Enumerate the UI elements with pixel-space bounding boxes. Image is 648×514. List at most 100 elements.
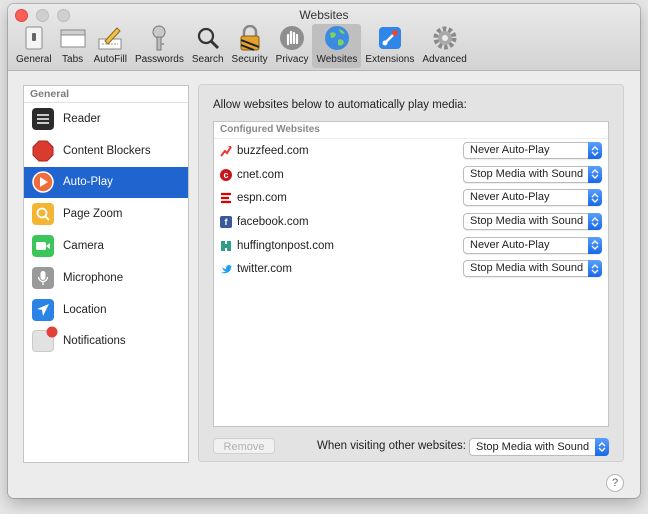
tab-passwords[interactable]: Passwords <box>131 24 188 68</box>
tab-general-label: General <box>16 54 52 65</box>
site-autoplay-popup[interactable]: Never Auto-Play <box>463 189 602 207</box>
site-name: espn.com <box>237 192 287 205</box>
facebook-favicon: f <box>220 215 232 228</box>
microphone-icon <box>32 266 54 289</box>
tab-advanced[interactable]: Advanced <box>418 24 470 68</box>
tab-tabs-label: Tabs <box>62 54 84 65</box>
play-icon <box>32 171 54 194</box>
sidebar-item-camera[interactable]: Camera <box>24 230 188 262</box>
popup-value: Stop Media with Sound <box>476 441 590 453</box>
chevron-updown-icon <box>588 142 602 159</box>
help-button[interactable]: ? <box>606 474 624 492</box>
list-item[interactable]: twitter.com Stop Media with Sound <box>214 257 608 281</box>
site-name: buzzfeed.com <box>237 144 309 157</box>
tab-general[interactable]: General <box>12 24 56 68</box>
sidebar-item-microphone[interactable]: Microphone <box>24 262 188 294</box>
chevron-updown-icon <box>588 236 602 254</box>
window-title: Websites <box>299 8 349 22</box>
site-autoplay-popup[interactable]: Never Auto-Play <box>463 142 602 159</box>
sidebar-item-label: Auto-Play <box>63 176 113 189</box>
toolbar: Websites General Tabs AutoFill Passwords… <box>8 4 640 71</box>
espn-favicon <box>220 192 232 204</box>
sidebar-item-label: Page Zoom <box>63 208 123 221</box>
tab-passwords-label: Passwords <box>134 54 184 65</box>
list-item[interactable]: espn.com Never Auto-Play <box>214 186 608 210</box>
sidebar-item-location[interactable]: Location <box>24 294 188 326</box>
sidebar-item-label: Location <box>63 303 107 316</box>
reader-icon <box>32 107 54 130</box>
tab-autofill-label: AutoFill <box>93 54 127 65</box>
list-item[interactable]: huffingtonpost.com Never Auto-Play <box>214 234 608 258</box>
sidebar-item-page-zoom[interactable]: Page Zoom <box>24 198 188 230</box>
tab-tabs[interactable]: Tabs <box>56 24 90 68</box>
tabs-icon <box>60 25 86 51</box>
tab-privacy-label: Privacy <box>275 54 309 65</box>
site-name: twitter.com <box>237 263 292 276</box>
list-header: Configured Websites <box>214 122 608 139</box>
huffingtonpost-favicon <box>220 240 232 252</box>
tab-privacy[interactable]: Privacy <box>272 24 313 68</box>
remove-button[interactable]: Remove <box>213 438 275 454</box>
popup-value: Stop Media with Sound <box>470 215 584 228</box>
site-name: cnet.com <box>237 168 284 181</box>
sidebar-item-notifications[interactable]: Notifications <box>24 326 188 358</box>
list-item[interactable]: f facebook.com Stop Media with Sound <box>214 210 608 234</box>
popup-value: Stop Media with Sound <box>470 167 584 180</box>
tab-advanced-label: Advanced <box>422 54 467 65</box>
sidebar-item-reader[interactable]: Reader <box>24 103 188 135</box>
list-item[interactable]: c cnet.com Stop Media with Sound <box>214 163 608 187</box>
tab-search[interactable]: Search <box>188 24 228 68</box>
chevron-updown-icon <box>588 165 602 183</box>
sidebar-item-content-blockers[interactable]: Content Blockers <box>24 135 188 167</box>
chevron-updown-icon <box>588 260 602 278</box>
popup-value: Never Auto-Play <box>470 191 550 204</box>
other-websites-popup[interactable]: Stop Media with Sound <box>469 438 609 456</box>
site-autoplay-popup[interactable]: Stop Media with Sound <box>463 165 602 183</box>
tab-extensions[interactable]: Extensions <box>361 24 418 68</box>
site-autoplay-popup[interactable]: Never Auto-Play <box>463 236 602 254</box>
sidebar-item-label: Notifications <box>63 335 126 348</box>
popup-value: Never Auto-Play <box>470 144 550 156</box>
tab-security-label: Security <box>231 54 268 65</box>
sidebar-item-label: Reader <box>63 112 101 125</box>
camera-icon <box>32 235 54 258</box>
chevron-updown-icon <box>595 438 609 456</box>
sidebar-item-label: Camera <box>63 240 104 253</box>
tab-websites-label: Websites <box>316 54 358 65</box>
sidebar: General Reader Content Blockers Auto-Pla… <box>23 85 189 463</box>
general-icon <box>21 25 47 51</box>
site-name: huffingtonpost.com <box>237 239 334 252</box>
site-autoplay-popup[interactable]: Stop Media with Sound <box>463 213 602 231</box>
list-item[interactable]: buzzfeed.com Never Auto-Play <box>214 139 608 163</box>
pane-description: Allow websites below to automatically pl… <box>213 99 467 111</box>
chevron-updown-icon <box>588 189 602 207</box>
site-name: facebook.com <box>237 215 309 228</box>
preferences-window: Websites General Tabs AutoFill Passwords… <box>8 4 640 498</box>
buzzfeed-favicon <box>220 145 232 157</box>
site-autoplay-popup[interactable]: Stop Media with Sound <box>463 260 602 278</box>
autofill-icon <box>97 25 123 51</box>
lock-icon <box>237 25 263 51</box>
sidebar-item-label: Content Blockers <box>63 144 151 157</box>
stop-sign-icon <box>32 140 54 162</box>
tab-autofill[interactable]: AutoFill <box>90 24 131 68</box>
globe-icon <box>324 25 350 51</box>
hand-icon <box>279 25 305 51</box>
zoom-icon <box>32 203 54 226</box>
notifications-icon <box>32 326 58 353</box>
cnet-favicon: c <box>220 168 232 181</box>
sidebar-header: General <box>24 86 188 103</box>
other-websites-label: When visiting other websites: <box>317 440 466 452</box>
tab-security[interactable]: Security <box>228 24 272 68</box>
popup-value: Stop Media with Sound <box>470 262 584 275</box>
autoplay-pane: Allow websites below to automatically pl… <box>198 84 624 462</box>
sidebar-item-label: Microphone <box>63 271 124 284</box>
gear-icon <box>432 25 458 51</box>
sidebar-item-auto-play[interactable]: Auto-Play <box>24 166 188 199</box>
tab-websites[interactable]: Websites <box>312 24 362 68</box>
chevron-updown-icon <box>588 213 602 231</box>
tab-search-label: Search <box>191 54 224 65</box>
twitter-favicon <box>220 263 232 275</box>
search-icon <box>195 25 221 51</box>
location-arrow-icon <box>32 298 54 321</box>
